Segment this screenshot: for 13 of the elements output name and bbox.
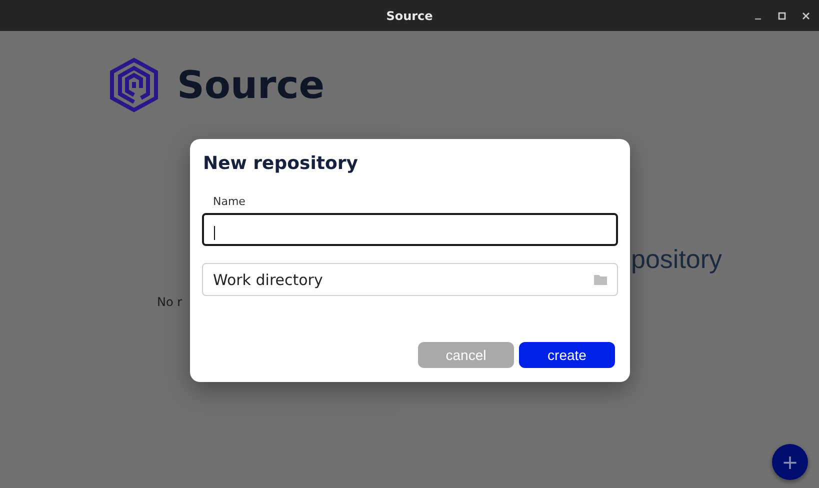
brand-name: Source [177,63,325,107]
window-title: Source [386,8,433,22]
name-field[interactable] [202,213,618,246]
add-button[interactable]: + [772,444,808,480]
close-icon[interactable] [801,10,811,20]
logo-icon [107,57,161,113]
placeholder-text: Work directory [213,270,324,288]
empty-message: No r [157,295,184,309]
directory-field[interactable]: Work directory [202,263,618,296]
create-button[interactable]: create [519,342,615,368]
maximize-icon[interactable] [777,10,787,20]
empty-message: pository [631,244,724,275]
dialog-title: New repository [203,153,359,174]
